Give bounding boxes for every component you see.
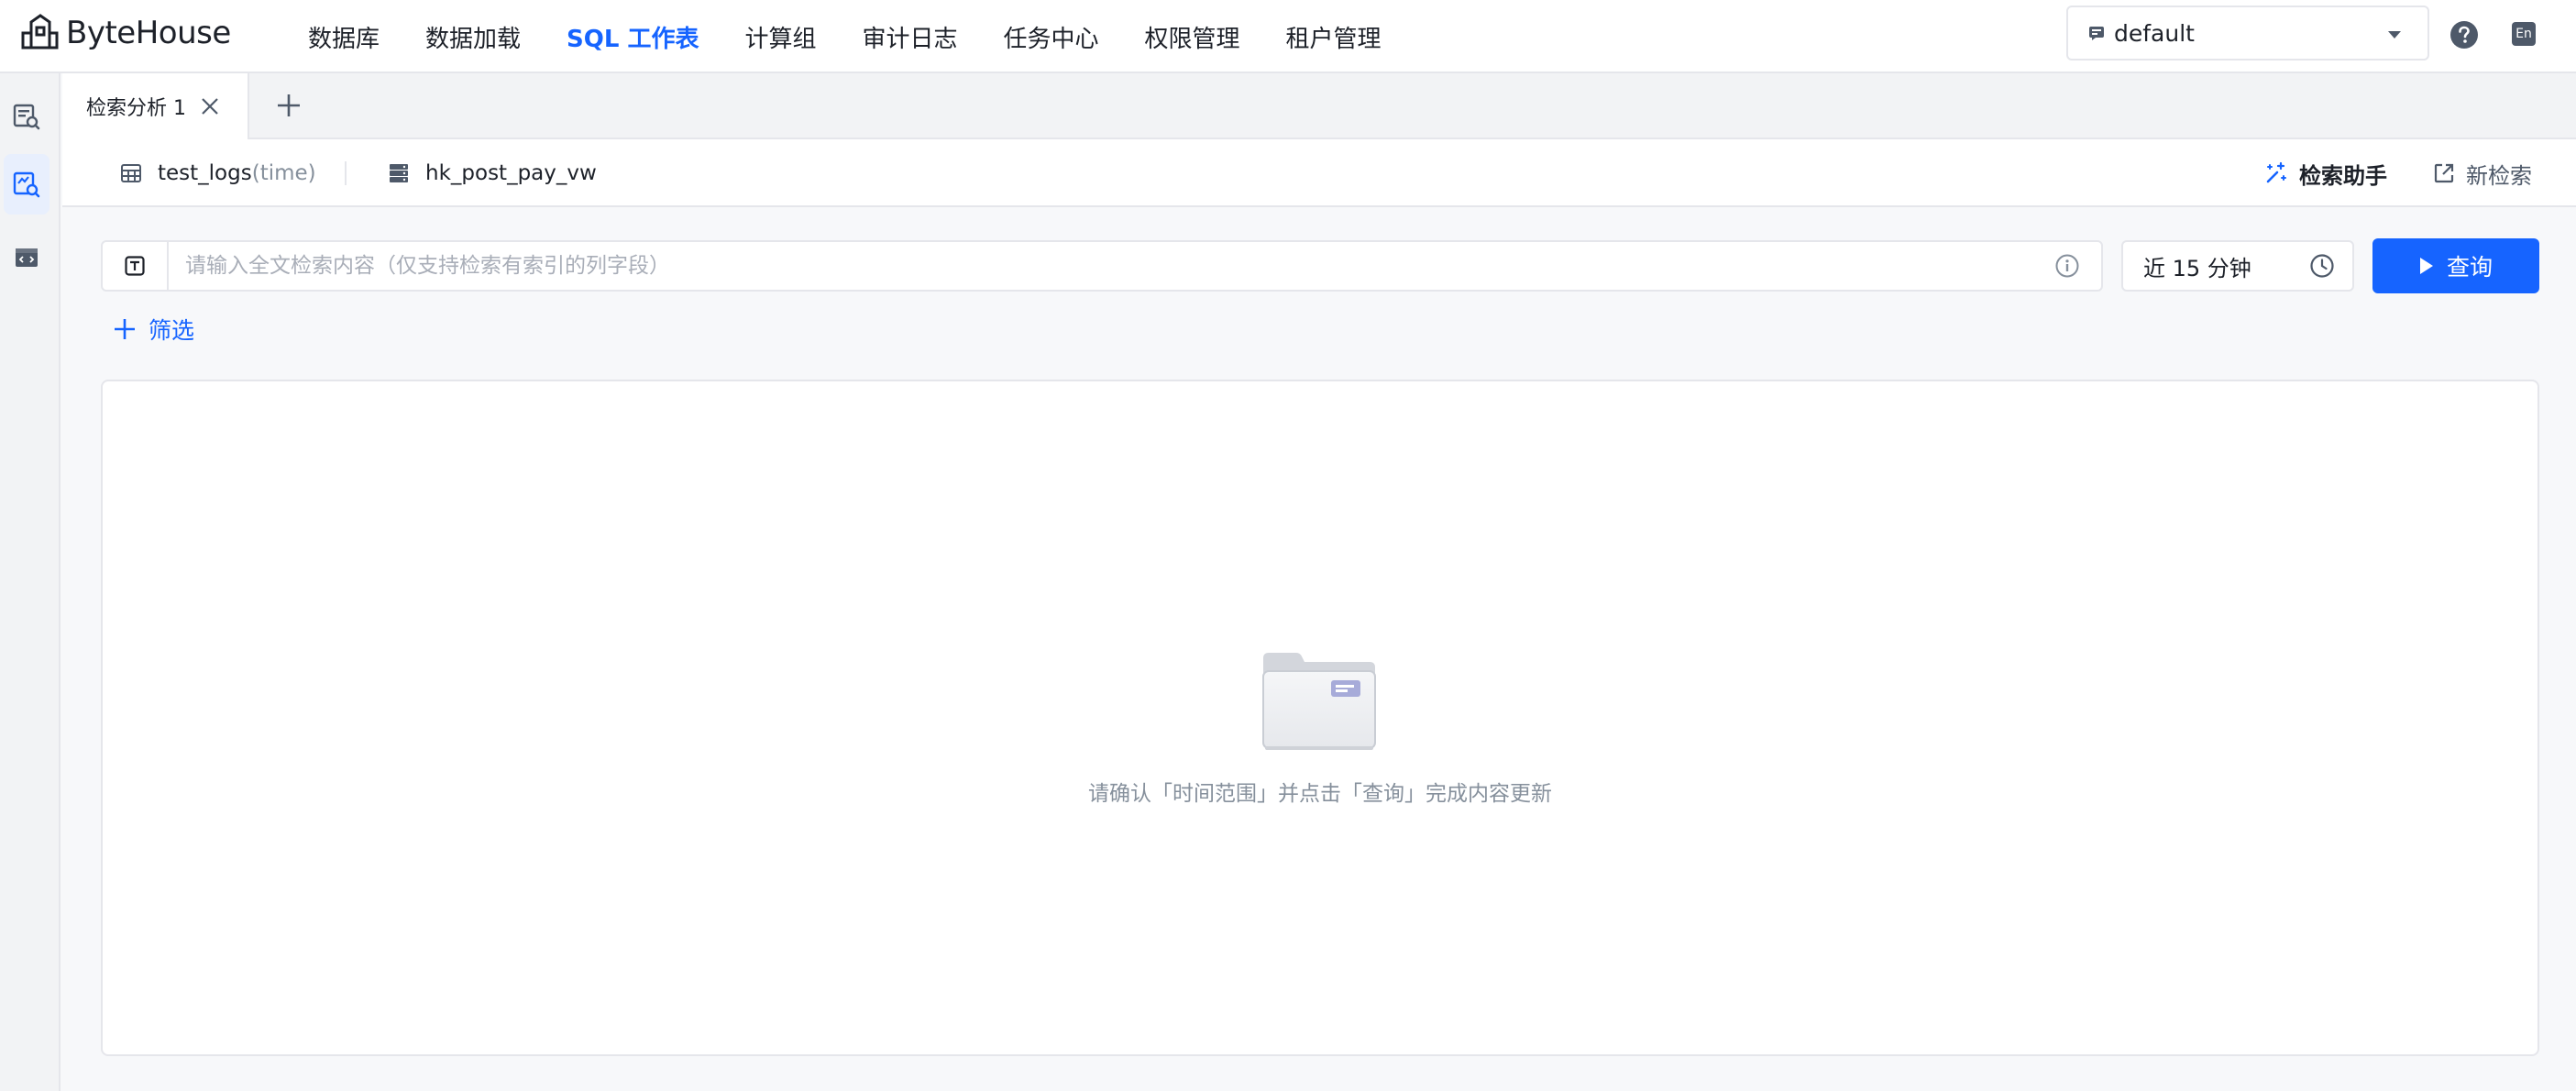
query-button[interactable]: 查询 xyxy=(2372,238,2539,293)
bytehouse-logo[interactable]: ByteHouse xyxy=(20,13,231,53)
text-type-icon xyxy=(125,256,145,276)
time-range-value: 近 15 分钟 xyxy=(2143,255,2251,281)
question-circle-icon xyxy=(2450,21,2478,49)
chevron-down-icon xyxy=(2388,31,2401,39)
tab-label: 检索分析 1 xyxy=(86,97,186,120)
clock-icon xyxy=(2310,254,2334,278)
close-icon xyxy=(202,98,218,115)
nav-item-audit-log[interactable]: 审计日志 xyxy=(863,20,958,54)
server-icon xyxy=(390,164,408,182)
source-table-name: test_logs xyxy=(158,161,252,185)
play-icon xyxy=(2419,258,2433,274)
search-assistant-button[interactable]: 检索助手 xyxy=(2264,139,2387,207)
filter-label: 筛选 xyxy=(149,317,195,344)
nav-item-database[interactable]: 数据库 xyxy=(308,20,380,54)
nav-item-task-center[interactable]: 任务中心 xyxy=(1004,20,1099,54)
source-table-time-column: (time) xyxy=(251,161,316,185)
worksheet-tab-strip: 检索分析 1 xyxy=(62,73,2576,139)
main-nav: 数据库 数据加载 SQL 工作表 计算组 审计日志 任务中心 权限管理 租户管理 xyxy=(308,0,1427,73)
code-panel-icon xyxy=(16,248,38,267)
rail-item-search-analysis[interactable] xyxy=(4,154,50,215)
database-icon xyxy=(2089,27,2104,40)
help-button[interactable] xyxy=(2449,20,2479,50)
rail-item-code-panel[interactable] xyxy=(4,227,50,288)
source-view-hk-post-pay-vw[interactable]: hk_post_pay_vw xyxy=(389,139,597,207)
fulltext-search-box xyxy=(101,240,2103,292)
source-view-name: hk_post_pay_vw xyxy=(425,161,597,185)
sparkle-icon xyxy=(2266,161,2286,183)
source-table-test-logs[interactable]: test_logs (time) xyxy=(121,139,316,207)
nav-item-compute-group[interactable]: 计算组 xyxy=(744,20,816,54)
external-link-icon xyxy=(2434,163,2454,183)
language-toggle[interactable]: En xyxy=(2512,22,2536,46)
new-search-label: 新检索 xyxy=(2466,162,2532,189)
time-range-picker[interactable]: 近 15 分钟 xyxy=(2121,240,2354,292)
search-analysis-icon xyxy=(13,171,40,198)
logo-text: ByteHouse xyxy=(66,15,231,51)
search-assistant-label: 检索助手 xyxy=(2299,162,2387,189)
nav-item-sql-worksheet[interactable]: SQL 工作表 xyxy=(567,20,699,54)
nav-item-tenant-management[interactable]: 租户管理 xyxy=(1286,20,1382,54)
empty-state-message: 请确认「时间范围」并点击「查询」完成内容更新 xyxy=(1088,782,1552,806)
left-rail xyxy=(0,73,61,1091)
tab-search-analysis-1[interactable]: 检索分析 1 xyxy=(62,73,249,139)
database-select[interactable]: default xyxy=(2066,6,2429,61)
data-source-bar: test_logs (time) hk_post_pay_vw 检索助手 新检索 xyxy=(62,139,2576,207)
sql-query-icon xyxy=(13,104,40,130)
query-button-label: 查询 xyxy=(2446,254,2493,281)
plus-icon xyxy=(115,319,135,339)
database-select-value: default xyxy=(2114,19,2195,47)
rail-item-sql-query[interactable] xyxy=(4,86,50,147)
new-search-button[interactable]: 新检索 xyxy=(2433,139,2532,207)
nav-item-data-loading[interactable]: 数据加载 xyxy=(425,20,521,54)
add-filter-button[interactable]: 筛选 xyxy=(114,314,194,345)
table-icon xyxy=(121,164,141,182)
result-panel: 请确认「时间范围」并点击「查询」完成内容更新 xyxy=(101,380,2539,1056)
tab-close-button[interactable] xyxy=(201,97,219,116)
source-divider xyxy=(345,161,347,185)
fulltext-search-input[interactable] xyxy=(185,249,2019,282)
nav-item-permission-management[interactable]: 权限管理 xyxy=(1145,20,1240,54)
add-tab-button[interactable] xyxy=(277,94,301,117)
empty-folder-icon xyxy=(1262,653,1376,750)
search-type-button[interactable] xyxy=(103,242,169,290)
bytehouse-logo-icon xyxy=(21,14,59,50)
top-navigation-bar: ByteHouse 数据库 数据加载 SQL 工作表 计算组 审计日志 任务中心… xyxy=(0,0,2576,73)
info-circle-icon[interactable] xyxy=(2055,254,2079,278)
plus-icon xyxy=(278,94,300,116)
